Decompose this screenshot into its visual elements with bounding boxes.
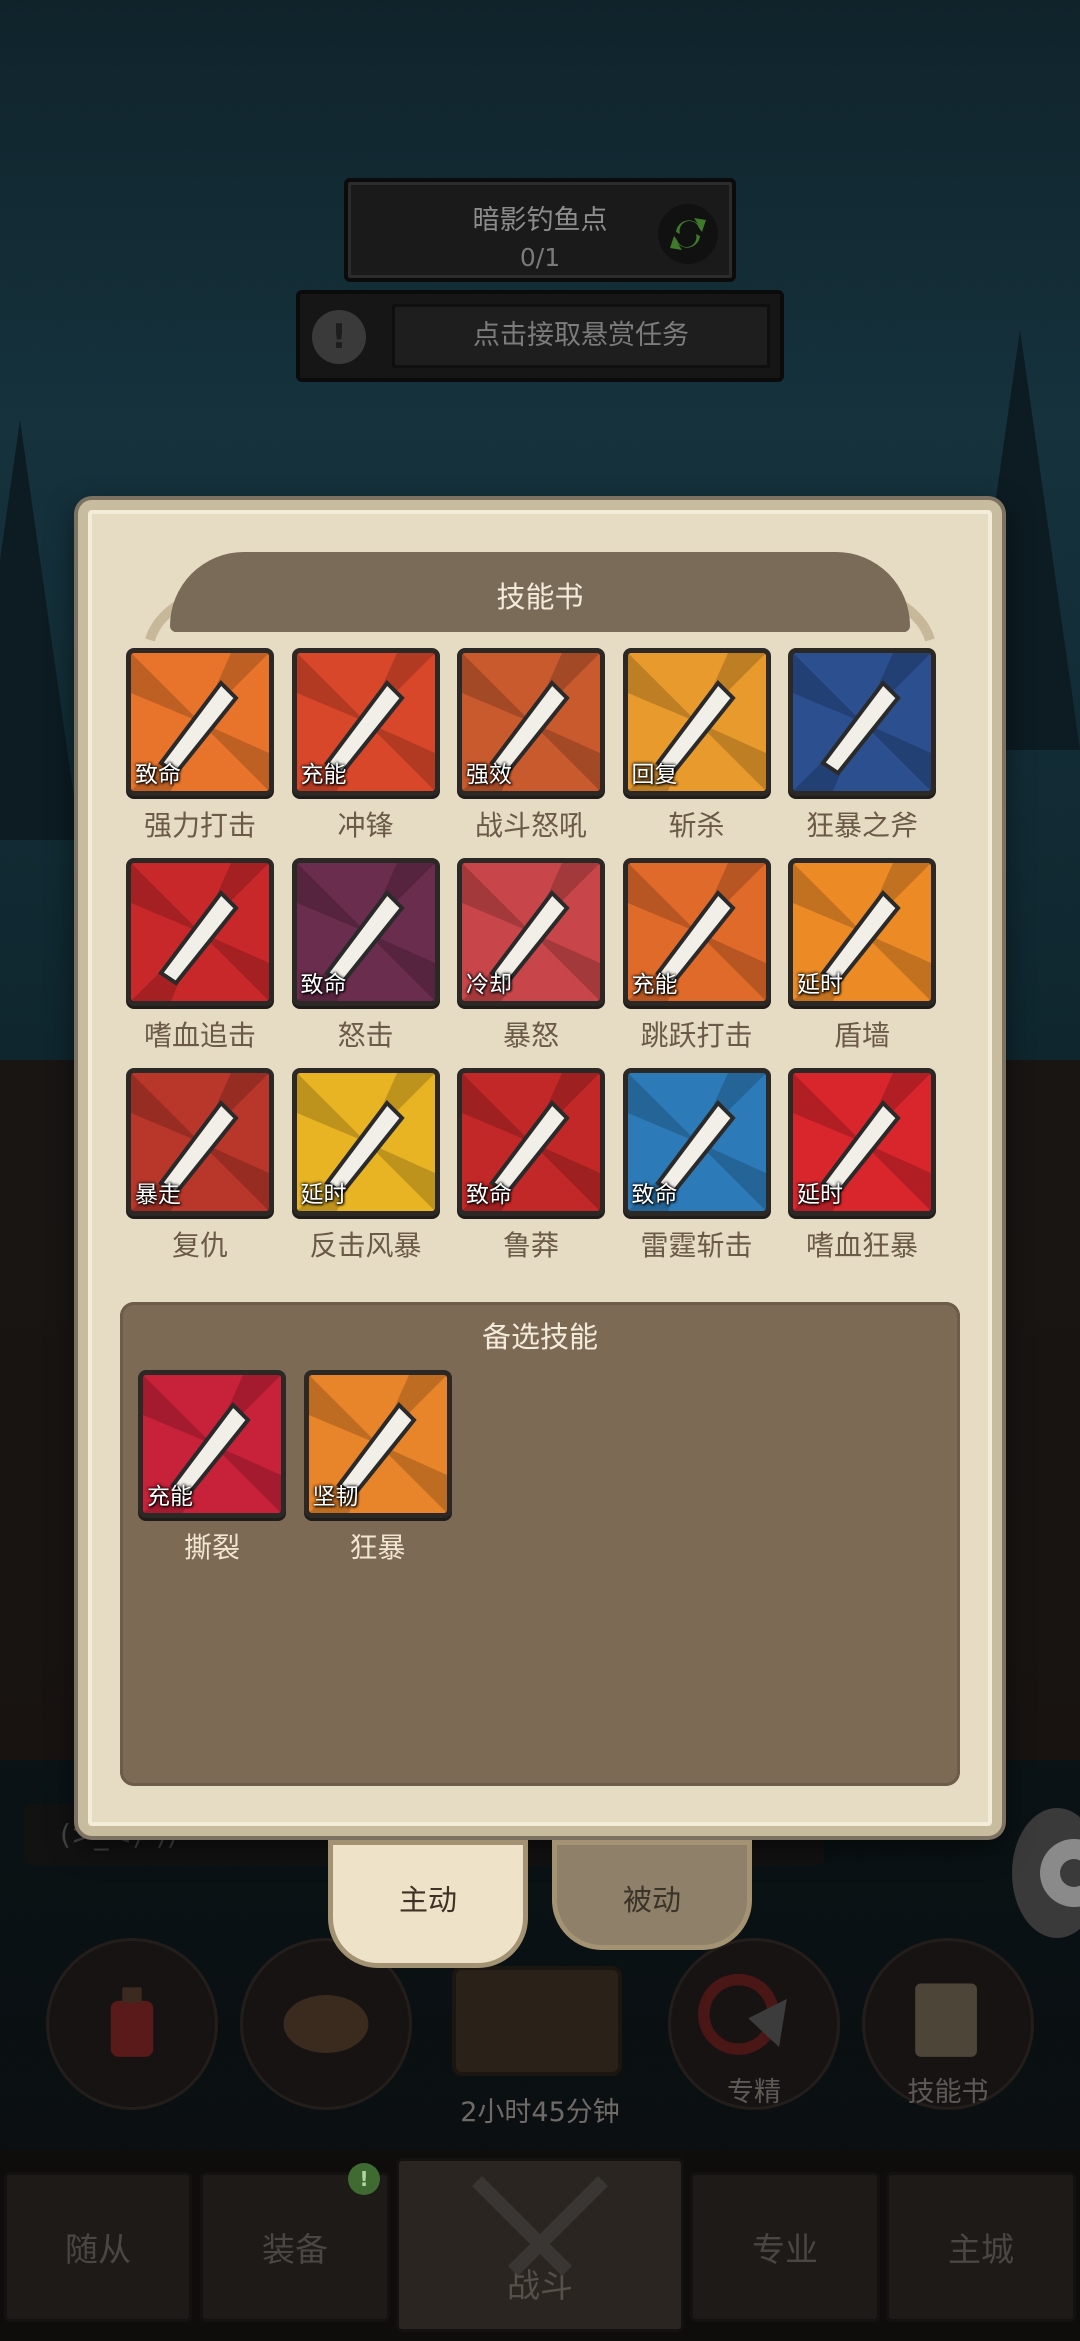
skill-name: 雷霆斩击	[640, 1229, 753, 1262]
skill-slot[interactable]: 充能冲锋	[291, 648, 440, 844]
thunder-slash-icon[interactable]: 致命	[622, 1068, 771, 1216]
skillbook-panel: 技能书 致命 强力打击 充能 冲锋 强效 战斗怒吼 回复 斩杀 狂暴之斧 嗜血追击 致命 怒击 冷却 暴怒…	[78, 500, 1002, 1836]
skill-name: 战斗怒吼	[474, 809, 587, 842]
skill-slot[interactable]: 冷却暴怒	[457, 858, 605, 1054]
skill-name: 复仇	[171, 1229, 228, 1262]
tab-active-skills[interactable]: 主动	[328, 1840, 528, 1968]
skill-slot[interactable]: 充能跳跃打击	[622, 858, 771, 1054]
nav-tab-main-city[interactable]: 主城	[886, 2172, 1076, 2322]
skill-tag: 冷却	[466, 972, 512, 998]
tab-passive-skills[interactable]: 被动	[552, 1840, 752, 1950]
refresh-arrows-icon[interactable]	[658, 204, 718, 264]
skill-name: 反击风暴	[309, 1229, 422, 1262]
skill-name: 嗜血狂暴	[805, 1229, 918, 1262]
background-tree	[0, 420, 80, 840]
skill-name: 强力打击	[143, 809, 256, 842]
skill-tag: 充能	[147, 1484, 193, 1510]
crossed-swords-icon	[472, 2176, 608, 2276]
gear-icon[interactable]	[1012, 1808, 1080, 1938]
skill-slot[interactable]: 狂暴之斧	[788, 648, 936, 844]
skill-slot[interactable]: 延时盾墙	[788, 858, 936, 1054]
skill-name: 斩杀	[668, 809, 725, 842]
berserk-hood-icon[interactable]: 坚韧	[303, 1370, 452, 1518]
skill-art	[131, 863, 269, 1001]
skillbook-label: 技能书	[907, 2077, 989, 2108]
skill-tag: 延时	[797, 972, 843, 998]
lightning-shout-icon[interactable]: 强效	[457, 648, 605, 796]
skill-tag: 延时	[797, 1182, 843, 1208]
panel-title: 技能书	[496, 580, 584, 614]
leap-strike-icon[interactable]: 充能	[622, 858, 771, 1006]
shield-wall-icon[interactable]: 延时	[788, 858, 936, 1006]
skill-name: 嗜血追击	[143, 1019, 256, 1052]
skill-art	[793, 653, 931, 791]
skill-tag: 回复	[631, 762, 678, 788]
skill-tag: 坚韧	[312, 1484, 359, 1510]
charge-arrow-icon[interactable]: 充能	[291, 648, 440, 796]
skill-tag: 暴走	[135, 1182, 181, 1208]
skill-tag: 充能	[300, 762, 347, 788]
skill-name: 撕裂	[183, 1531, 240, 1564]
skill-tag: 强效	[466, 762, 512, 788]
spiked-mace-icon[interactable]: 致命	[291, 858, 440, 1006]
specialization-label: 专精	[727, 2077, 781, 2108]
skill-name: 狂暴	[349, 1531, 406, 1564]
fist-icon[interactable]	[126, 858, 274, 1006]
skill-slot[interactable]: 延时嗜血狂暴	[788, 1068, 936, 1264]
counter-storm-icon[interactable]: 延时	[291, 1068, 440, 1216]
execute-sword-icon[interactable]: 回复	[622, 648, 771, 796]
notification-badge: !	[348, 2163, 380, 2195]
skill-name: 盾墙	[833, 1019, 890, 1052]
blood-mask-icon[interactable]: 延时	[788, 1068, 936, 1216]
reserve-skills-box: 备选技能 充能 撕裂 坚韧 狂暴	[120, 1302, 960, 1786]
skill-slot[interactable]: 嗜血追击	[126, 858, 274, 1054]
rage-face-icon[interactable]: 冷却	[457, 858, 605, 1006]
lightning-axe-icon[interactable]	[788, 648, 936, 796]
skill-name: 冲锋	[337, 809, 394, 842]
skill-slot[interactable]: 充能撕裂	[138, 1370, 286, 1566]
skill-tag: 致命	[631, 1182, 678, 1208]
skill-tag: 致命	[300, 972, 347, 998]
skill-slot[interactable]: 致命雷霆斩击	[622, 1068, 771, 1264]
skill-name: 狂暴之斧	[805, 809, 918, 842]
nav-tab-followers[interactable]: 随从	[4, 2172, 192, 2322]
skill-tag: 致命	[466, 1182, 512, 1208]
skill-name: 怒击	[337, 1019, 394, 1052]
skill-name: 暴怒	[502, 1019, 559, 1052]
bounty-label: 点击接取悬赏任务	[392, 304, 770, 368]
blade-icon[interactable]: 致命	[126, 648, 274, 796]
skill-slot[interactable]: 暴走复仇	[126, 1068, 274, 1264]
reserve-title: 备选技能	[481, 1320, 598, 1354]
skill-slot[interactable]: 回复斩杀	[622, 648, 771, 844]
skill-slot[interactable]: 延时反击风暴	[291, 1068, 440, 1264]
exclamation-icon: !	[312, 310, 366, 364]
treasure-chest-icon[interactable]	[452, 1966, 622, 2076]
potion-slot[interactable]	[46, 1938, 218, 2110]
skill-tag: 延时	[300, 1182, 347, 1208]
quest-box[interactable]: 暗影钓鱼点 0/1	[344, 178, 736, 282]
skill-name: 鲁莽	[502, 1229, 559, 1262]
skill-slot[interactable]: 坚韧狂暴	[303, 1370, 452, 1566]
skill-slot[interactable]: 致命鲁莽	[457, 1068, 605, 1264]
rend-claw-icon[interactable]: 充能	[138, 1370, 286, 1518]
bounty-box[interactable]: ! 点击接取悬赏任务	[296, 290, 784, 382]
skill-slot[interactable]: 致命怒击	[291, 858, 440, 1054]
skill-slot[interactable]: 强效战斗怒吼	[457, 648, 605, 844]
skill-name: 跳跃打击	[640, 1019, 753, 1052]
revenge-sword-icon[interactable]: 暴走	[126, 1068, 274, 1216]
reckless-fist-icon[interactable]: 致命	[457, 1068, 605, 1216]
skill-slot[interactable]: 致命强力打击	[126, 648, 274, 844]
nav-tab-profession[interactable]: 专业	[690, 2172, 880, 2322]
skill-tag: 致命	[135, 762, 181, 788]
skill-tag: 充能	[631, 972, 678, 998]
chest-timer: 2小时45分钟	[460, 2097, 620, 2128]
